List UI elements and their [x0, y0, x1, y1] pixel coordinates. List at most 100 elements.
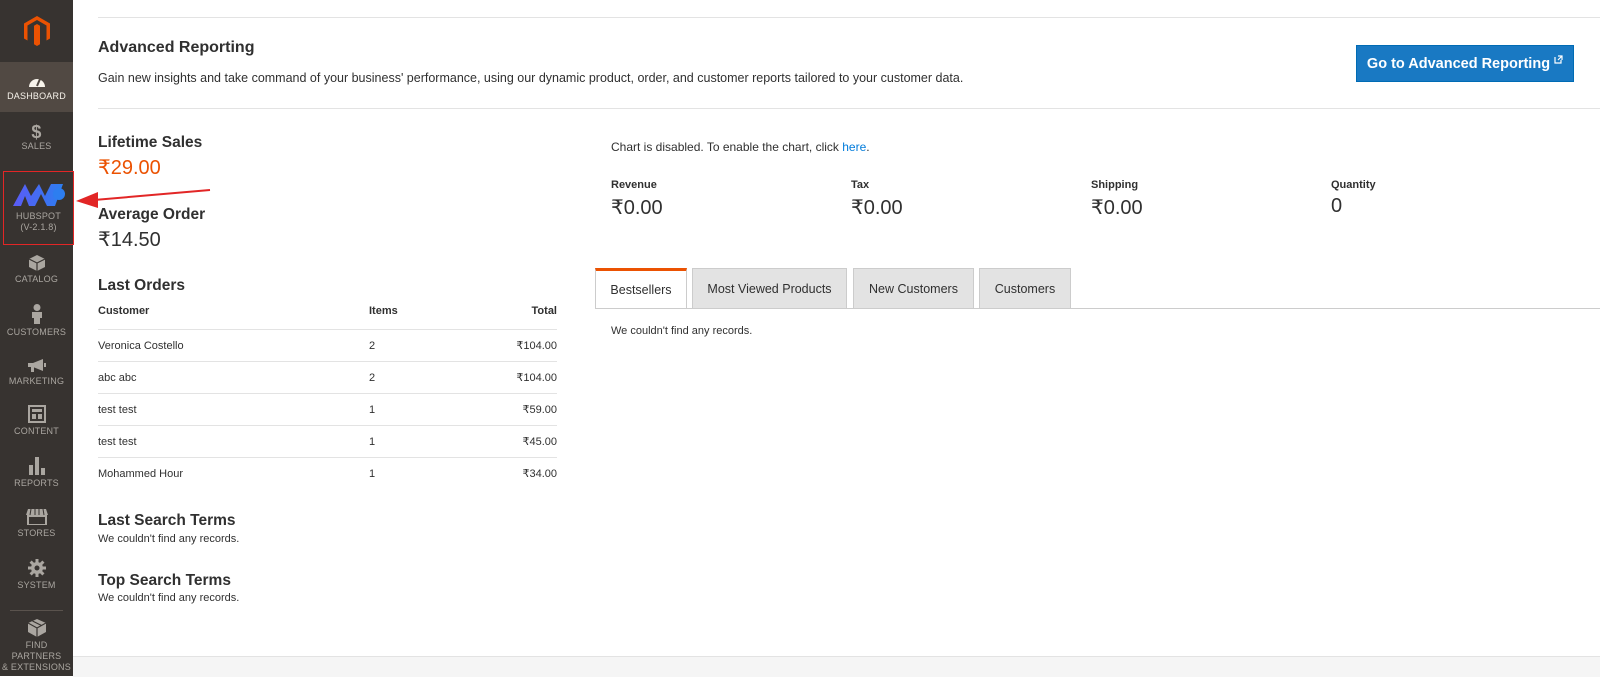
megaphone-icon	[27, 353, 46, 373]
cell-total: ₹45.00	[459, 425, 557, 458]
revenue-value: ₹0.00	[611, 197, 663, 219]
table-header-row: Customer Items Total	[98, 299, 557, 330]
tab-label: Bestsellers	[610, 283, 672, 297]
cell-total: ₹104.00	[459, 329, 557, 362]
person-icon	[31, 302, 43, 324]
chart-disabled-message: Chart is disabled. To enable the chart, …	[611, 140, 870, 154]
cell-customer: test test	[98, 425, 369, 458]
top-search-terms-title: Top Search Terms	[98, 572, 231, 589]
sidebar-divider	[10, 610, 63, 611]
cube-icon	[28, 253, 45, 271]
admin-sidebar: DASHBOARD $ SALES HUBSPOT (V-2.1.8) CATA…	[0, 0, 74, 676]
cell-items: 2	[369, 361, 459, 394]
nav-label: FIND PARTNERS	[11, 640, 62, 661]
tax-value: ₹0.00	[851, 197, 903, 219]
nav-label: CONTENT	[14, 426, 59, 436]
tab-label: Most Viewed Products	[707, 281, 832, 296]
last-orders-title: Last Orders	[98, 277, 186, 294]
cell-customer: Veronica Costello	[98, 329, 369, 362]
nav-label: SYSTEM	[17, 580, 56, 590]
gear-icon	[27, 557, 46, 577]
tab-bestsellers[interactable]: Bestsellers	[595, 268, 687, 309]
tax-label: Tax	[851, 179, 870, 191]
dollar-icon: $	[31, 122, 42, 142]
nav-customers[interactable]: CUSTOMERS	[0, 302, 73, 346]
dashboard-main: Advanced Reporting Gain new insights and…	[73, 0, 1600, 677]
dashboard-icon	[28, 72, 46, 88]
lifetime-sales-value: ₹29.00	[98, 157, 161, 179]
tab-new-customers[interactable]: New Customers	[853, 268, 974, 308]
nav-label: STORES	[17, 528, 56, 538]
storefront-icon	[25, 507, 48, 525]
nav-label: SALES	[21, 141, 52, 151]
bar-chart-icon	[28, 455, 45, 475]
table-row[interactable]: Veronica Costello 2 ₹104.00	[98, 329, 557, 362]
nav-sales[interactable]: $ SALES	[0, 118, 73, 162]
nav-label: MARKETING	[8, 376, 65, 386]
tabs-underline	[595, 308, 1600, 309]
go-to-advanced-reporting-button[interactable]: Go to Advanced Reporting	[1356, 45, 1574, 82]
nav-hubspot[interactable]: HUBSPOT (V-2.1.8)	[3, 171, 74, 245]
nav-stores[interactable]: STORES	[0, 507, 73, 551]
cell-items: 1	[369, 393, 459, 426]
shipping-value: ₹0.00	[1091, 197, 1143, 219]
page-footer	[73, 656, 1600, 677]
button-label: Go to Advanced Reporting	[1366, 55, 1551, 72]
enable-chart-link[interactable]: here	[842, 140, 866, 154]
nav-label: HUBSPOT	[16, 211, 61, 221]
column-header-total: Total	[459, 299, 557, 330]
column-header-items: Items	[369, 299, 459, 330]
top-search-terms-empty: We couldn't find any records.	[98, 592, 240, 604]
nav-marketing[interactable]: MARKETING	[0, 353, 73, 397]
nav-sublabel: (V-2.1.8)	[20, 222, 57, 232]
cell-items: 2	[369, 329, 459, 362]
nav-label: DASHBOARD	[7, 91, 66, 101]
tab-label: New Customers	[869, 281, 958, 296]
nav-dashboard[interactable]: DASHBOARD	[0, 62, 73, 112]
nav-find-partners[interactable]: FIND PARTNERS & EXTENSIONS	[0, 617, 73, 673]
average-order-label: Average Order	[98, 206, 206, 223]
hubspot-logo-icon	[11, 178, 67, 208]
chart-message-text: Chart is disabled. To enable the chart, …	[611, 140, 843, 154]
magento-logo[interactable]	[0, 0, 73, 62]
column-header-customer: Customer	[98, 299, 369, 330]
tab-most-viewed-products[interactable]: Most Viewed Products	[692, 268, 847, 308]
external-link-icon	[1554, 55, 1563, 64]
nav-catalog[interactable]: CATALOG	[0, 253, 73, 297]
nav-content[interactable]: CONTENT	[0, 403, 73, 447]
quantity-value: 0	[1331, 195, 1343, 217]
average-order-value: ₹14.50	[98, 229, 161, 251]
cell-items: 1	[369, 425, 459, 458]
nav-system[interactable]: SYSTEM	[0, 557, 73, 601]
cell-customer: Mohammed Hour	[98, 467, 183, 480]
nav-label: CATALOG	[14, 274, 59, 284]
last-search-terms-title: Last Search Terms	[98, 512, 236, 529]
table-row[interactable]: test test 1 ₹45.00	[98, 425, 557, 458]
advanced-reporting-description: Gain new insights and take command of yo…	[98, 71, 964, 85]
cell-customer: test test	[98, 393, 369, 426]
chart-message-suffix: .	[866, 140, 870, 154]
cell-items: 1	[369, 467, 376, 480]
cell-customer: abc abc	[98, 361, 369, 394]
layout-icon	[27, 403, 46, 423]
nav-reports[interactable]: REPORTS	[0, 455, 73, 499]
cell-total: ₹59.00	[459, 393, 557, 426]
top-divider	[98, 17, 1600, 18]
table-row[interactable]: test test 1 ₹59.00	[98, 393, 557, 426]
lifetime-sales-label: Lifetime Sales	[98, 134, 203, 151]
revenue-label: Revenue	[611, 179, 657, 191]
nav-sublabel: & EXTENSIONS	[2, 662, 71, 672]
magento-logo-icon	[23, 16, 50, 46]
nav-label: CUSTOMERS	[6, 327, 67, 337]
table-row[interactable]: abc abc 2 ₹104.00	[98, 361, 557, 394]
quantity-label: Quantity	[1331, 179, 1376, 191]
last-orders-table: Customer Items Total Veronica Costello 2…	[98, 299, 557, 489]
tab-content-empty: We couldn't find any records.	[611, 325, 753, 337]
cell-total: ₹104.00	[459, 361, 557, 394]
advanced-reporting-title: Advanced Reporting	[98, 39, 255, 56]
section-divider	[98, 108, 1600, 109]
table-row[interactable]: Mohammed Hour 1 ₹34.00	[98, 458, 557, 490]
cell-total: ₹34.00	[522, 468, 557, 480]
tab-customers[interactable]: Customers	[979, 268, 1071, 308]
shipping-label: Shipping	[1091, 179, 1139, 191]
